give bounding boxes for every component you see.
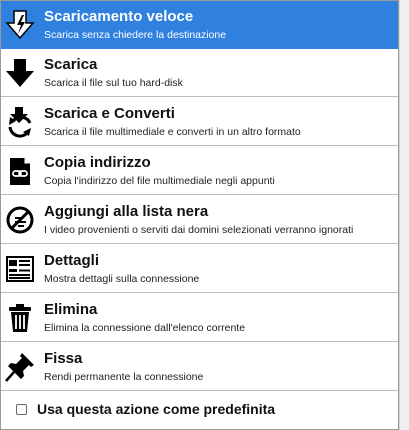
details-icon — [4, 253, 36, 285]
menu-item-download[interactable]: Scarica Scarica il file sul tuo hard-dis… — [1, 49, 398, 97]
menu-item-title: Aggiungi alla lista nera — [44, 203, 209, 220]
download-convert-icon — [4, 106, 36, 138]
menu-item-title: Copia indirizzo — [44, 154, 151, 171]
window-edge — [399, 0, 409, 430]
fast-download-icon — [4, 9, 36, 41]
menu-item-description: Mostra dettagli sulla connessione — [44, 273, 200, 285]
menu-item-description: Elimina la connessione dall'elenco corre… — [44, 322, 246, 334]
menu-item-title: Elimina — [44, 301, 98, 318]
default-action-checkbox[interactable] — [16, 404, 27, 415]
menu-item-blacklist[interactable]: Aggiungi alla lista nera I video proveni… — [1, 196, 398, 244]
menu-item-download-convert[interactable]: Scarica e Converti Scarica il file multi… — [1, 98, 398, 146]
default-action-label[interactable]: Usa questa azione come predefinita — [37, 401, 275, 417]
menu-item-description: Rendi permanente la connessione — [44, 371, 204, 383]
menu-item-title: Dettagli — [44, 252, 100, 269]
menu-item-description: Scarica il file multimediale e converti … — [44, 126, 301, 138]
menu-item-description: I video provenienti o serviti dai domini… — [44, 224, 354, 236]
menu-item-fast-download[interactable]: Scaricamento veloce Scarica senza chiede… — [1, 1, 398, 49]
trash-icon — [4, 302, 36, 334]
menu-item-copy-address[interactable]: Copia indirizzo Copia l'indirizzo del fi… — [1, 147, 398, 195]
menu-item-title: Scaricamento veloce — [44, 8, 194, 25]
menu-item-delete[interactable]: Elimina Elimina la connessione dall'elen… — [1, 294, 398, 342]
default-action-row[interactable]: Usa questa azione come predefinita — [1, 393, 398, 429]
download-arrow-icon — [4, 57, 36, 89]
menu-item-title: Scarica e Converti — [44, 105, 175, 122]
context-menu: Scaricamento veloce Scarica senza chiede… — [0, 0, 399, 430]
copy-link-icon — [4, 155, 36, 187]
blacklist-icon — [4, 204, 36, 236]
menu-item-title: Fissa — [44, 350, 83, 367]
pin-icon — [4, 351, 36, 383]
menu-item-title: Scarica — [44, 56, 98, 73]
menu-item-description: Scarica senza chiedere la destinazione — [44, 29, 227, 41]
menu-item-details[interactable]: Dettagli Mostra dettagli sulla connessio… — [1, 245, 398, 293]
menu-item-pin[interactable]: Fissa Rendi permanente la connessione — [1, 343, 398, 391]
menu-item-description: Copia l'indirizzo del file multimediale … — [44, 175, 275, 187]
menu-item-description: Scarica il file sul tuo hard-disk — [44, 77, 183, 89]
